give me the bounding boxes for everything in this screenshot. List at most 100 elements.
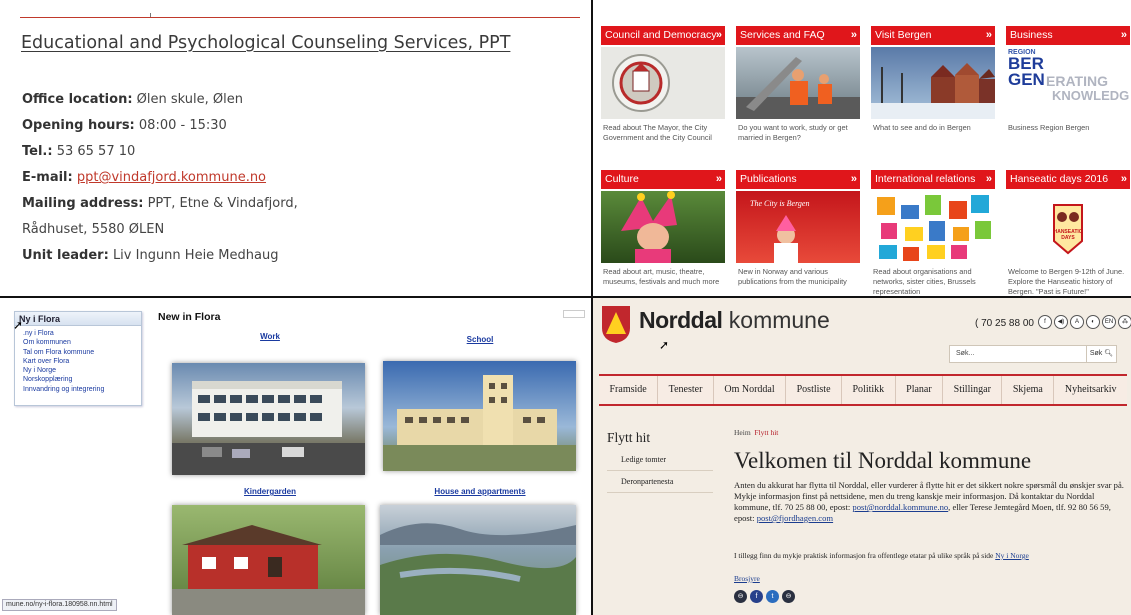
share-print-icon[interactable]: ⊖ xyxy=(734,590,747,603)
nav-postliste[interactable]: Postliste xyxy=(786,376,843,404)
menu-item[interactable]: Ny i Norge xyxy=(15,366,141,375)
english-icon[interactable]: EN xyxy=(1102,315,1116,329)
tile-visit[interactable]: Visit Bergen» What to see and do in Berg… xyxy=(871,26,995,133)
mouse-cursor-icon: ➚ xyxy=(659,338,670,352)
menu-item[interactable]: .ny i Flora xyxy=(15,329,141,338)
tile-culture[interactable]: Culture» Read about art, music, theatre,… xyxy=(601,170,725,287)
side-menu: Ny i Flora .ny i Flora Om kommunen Tal o… xyxy=(14,311,142,406)
tile-header[interactable]: International relations» xyxy=(871,170,995,189)
opening-hours: Opening hours: 08:00 - 15:30 xyxy=(22,118,227,133)
tile-header[interactable]: Publications» xyxy=(736,170,860,189)
share-twitter-icon[interactable]: t xyxy=(766,590,779,603)
menu-item[interactable]: Om kommunen xyxy=(15,338,141,347)
mouse-cursor-icon: ➚ xyxy=(13,318,24,332)
jester-image xyxy=(601,191,725,263)
tile-header[interactable]: Visit Bergen» xyxy=(871,26,995,45)
nav-skjema[interactable]: Skjema xyxy=(1002,376,1055,404)
menu-item[interactable]: Norskopplæring xyxy=(15,375,141,384)
email-link[interactable]: ppt@vindafjord.kommune.no xyxy=(77,170,266,185)
breadcrumb-home[interactable]: Heim xyxy=(734,428,751,437)
tile-business[interactable]: Business» REGION BER GEN ERATING KNOWLED… xyxy=(1006,26,1130,133)
search-input[interactable]: Søk... Søk 🔍︎ xyxy=(949,345,1117,363)
bryggen-image xyxy=(871,47,995,119)
top-tick xyxy=(150,13,151,17)
breadcrumb-current: Flytt hit xyxy=(754,428,779,437)
tile-header[interactable]: Council and Democracy» xyxy=(601,26,725,45)
tile-council[interactable]: Council and Democracy» Read about The Ma… xyxy=(601,26,725,143)
publication-cover-image: The City is Bergen xyxy=(736,191,860,263)
menu-item[interactable]: Innvandring og integrering xyxy=(15,385,141,394)
link-kindergarden[interactable]: Kindergarden xyxy=(175,487,365,496)
email: E-mail: ppt@vindafjord.kommune.no xyxy=(22,170,267,185)
link-ny-i-norge[interactable]: Ny i Norge xyxy=(995,551,1029,560)
nav-stillingar[interactable]: Stillingar xyxy=(943,376,1003,404)
sidebar-title: Flytt hit xyxy=(607,430,651,445)
share-email-icon[interactable]: ⊖ xyxy=(782,590,795,603)
tile-services[interactable]: Services and FAQ» Do you want to work, s… xyxy=(736,26,860,143)
toolbar: f ◀) A ◐ EN ⁂ xyxy=(1038,315,1131,329)
kindergarden-photo[interactable] xyxy=(172,505,365,615)
page-title: Educational and Psychological Counseling… xyxy=(21,33,511,53)
menu-item[interactable]: Kart over Flora xyxy=(15,357,141,366)
tile-international[interactable]: International relations» Read about orga… xyxy=(871,170,995,296)
council-seal-image xyxy=(601,47,725,119)
menu-title: Ny i Flora xyxy=(15,312,141,326)
norddal-crest-icon xyxy=(602,306,630,343)
intro-text: Anten du akkurat har flytta til Norddal,… xyxy=(734,480,1124,523)
sidebar-item-deronpartenesta[interactable]: Deronpartenesta xyxy=(607,473,713,493)
bergen-tiles-panel: Council and Democracy» Read about The Ma… xyxy=(593,0,1131,298)
link-house[interactable]: House and appartments xyxy=(385,487,575,496)
extra-info: I tillegg finn du mykje praktisk informa… xyxy=(734,551,1029,560)
speaker-icon[interactable]: ◀) xyxy=(1054,315,1068,329)
tile-publications[interactable]: Publications» The City is Bergen New in … xyxy=(736,170,860,287)
page-heading: Velkomen til Norddal kommune xyxy=(734,448,1032,473)
workers-image xyxy=(736,47,860,119)
mailing-address-line2: Rådhuset, 5580 ØLEN xyxy=(22,222,165,237)
page-title: New in Flora xyxy=(158,311,221,323)
top-rule xyxy=(20,17,580,18)
menu-item[interactable]: Tal om Flora kommune xyxy=(15,348,141,357)
facebook-icon[interactable]: f xyxy=(1038,315,1052,329)
site-logo[interactable]: Norddal kommune xyxy=(639,307,830,334)
color-squares-image xyxy=(871,191,995,263)
search-box[interactable] xyxy=(563,310,585,318)
tile-hanseatic[interactable]: Hanseatic days 2016» HANSEATIC DAYS Welc… xyxy=(1006,170,1130,296)
tile-header[interactable]: Services and FAQ» xyxy=(736,26,860,45)
email-link-fjordhagen[interactable]: post@fjordhagen.com xyxy=(757,513,833,523)
business-region-logo: REGION BER GEN ERATING KNOWLEDGE xyxy=(1006,47,1130,119)
unit-leader: Unit leader: Liv Ingunn Heie Medhaug xyxy=(22,248,279,263)
tile-header[interactable]: Hanseatic days 2016» xyxy=(1006,170,1130,189)
link-work[interactable]: Work xyxy=(175,332,365,341)
town-aerial-photo[interactable] xyxy=(380,505,576,615)
nav-politikk[interactable]: Politikk xyxy=(842,376,896,404)
nav-nyheitsarkiv[interactable]: Nyheitsarkiv xyxy=(1054,376,1127,404)
norddal-page-panel: Norddal kommune ➚ ( 70 25 88 00 f ◀) A ◐… xyxy=(593,298,1131,615)
office-location: Office location: Ølen skule, Ølen xyxy=(22,92,243,107)
school-photo[interactable] xyxy=(383,361,576,471)
email-link-norddal[interactable]: post@norddal.kommune.no xyxy=(852,502,948,512)
link-school[interactable]: School xyxy=(385,335,575,344)
text-size-icon[interactable]: A xyxy=(1070,315,1084,329)
search-button[interactable]: Søk 🔍︎ xyxy=(1086,345,1116,363)
nav-tenester[interactable]: Tenester xyxy=(658,376,714,404)
share-icons: ⊖ f t ⊖ xyxy=(734,590,795,603)
sitemap-icon[interactable]: ⁂ xyxy=(1118,315,1131,329)
share-facebook-icon[interactable]: f xyxy=(750,590,763,603)
ppt-contact-panel: Educational and Psychological Counseling… xyxy=(0,0,593,298)
main-nav: Framside Tenester Om Norddal Postliste P… xyxy=(599,374,1127,406)
phone-number: ( 70 25 88 00 xyxy=(975,318,1034,329)
sidebar-item-ledige-tomter[interactable]: Ledige tomter xyxy=(607,451,713,471)
nav-framside[interactable]: Framside xyxy=(599,376,659,404)
telephone: Tel.: 53 65 57 10 xyxy=(22,144,136,159)
mailing-address: Mailing address: PPT, Etne & Vindafjord, xyxy=(22,196,298,211)
nav-planar[interactable]: Planar xyxy=(896,376,944,404)
nav-om-norddal[interactable]: Om Norddal xyxy=(714,376,787,404)
hanseatic-logo: HANSEATIC DAYS xyxy=(1006,191,1130,263)
tile-header[interactable]: Business» xyxy=(1006,26,1130,45)
flora-page-panel: Ny i Flora .ny i Flora Om kommunen Tal o… xyxy=(0,298,593,615)
tile-header[interactable]: Culture» xyxy=(601,170,725,189)
contrast-icon[interactable]: ◐ xyxy=(1086,315,1100,329)
brochure-link[interactable]: Brosjyre xyxy=(734,574,760,583)
breadcrumb: Heim Flytt hit xyxy=(734,428,778,437)
work-photo[interactable] xyxy=(172,363,365,475)
